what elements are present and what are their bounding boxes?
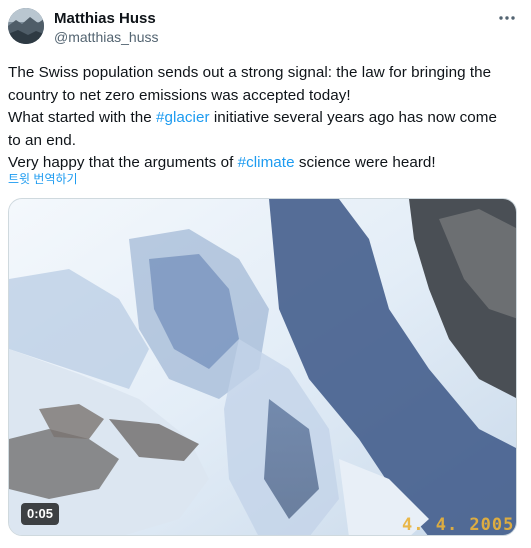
more-options-icon[interactable] <box>497 10 517 26</box>
tweet-text-segment: What started with the <box>8 109 156 126</box>
tweet-text-segment: science were heard! <box>294 154 436 171</box>
hashtag-glacier-link[interactable]: #glacier <box>156 109 210 126</box>
tweet-text-line: country to net zero emissions was accept… <box>8 86 351 104</box>
video-duration-badge: 0:05 <box>21 503 60 525</box>
tweet-text-segment: initiative several years ago has now com… <box>209 109 498 126</box>
video-date-stamp: 4. 4. 2005 <box>402 515 515 535</box>
tweet-text-line: Very happy that the arguments of #climat… <box>8 152 523 175</box>
tweet-text-line: to an end. <box>8 131 77 149</box>
hashtag-climate-link[interactable]: #climate <box>238 154 295 171</box>
avatar-photo-icon <box>8 8 44 44</box>
tweet-text: The Swiss population sends out a strong … <box>8 62 523 175</box>
tweet-text-line: The Swiss population sends out a strong … <box>8 64 492 81</box>
tweet-text-segment: Very happy that the arguments of <box>8 154 238 171</box>
avatar[interactable] <box>8 8 44 44</box>
tweet-card: Matthias Huss @matthias_huss The Swiss p… <box>0 0 531 548</box>
glacier-video-frame <box>9 199 516 535</box>
video-player[interactable]: 0:05 4. 4. 2005 <box>8 198 517 536</box>
author-handle[interactable]: @matthias_huss <box>54 28 158 46</box>
translate-tweet-link[interactable]: 트윗 번역하기 <box>8 171 78 187</box>
author-display-name[interactable]: Matthias Huss <box>54 10 156 28</box>
tweet-text-line: What started with the #glacier initiativ… <box>8 107 523 130</box>
